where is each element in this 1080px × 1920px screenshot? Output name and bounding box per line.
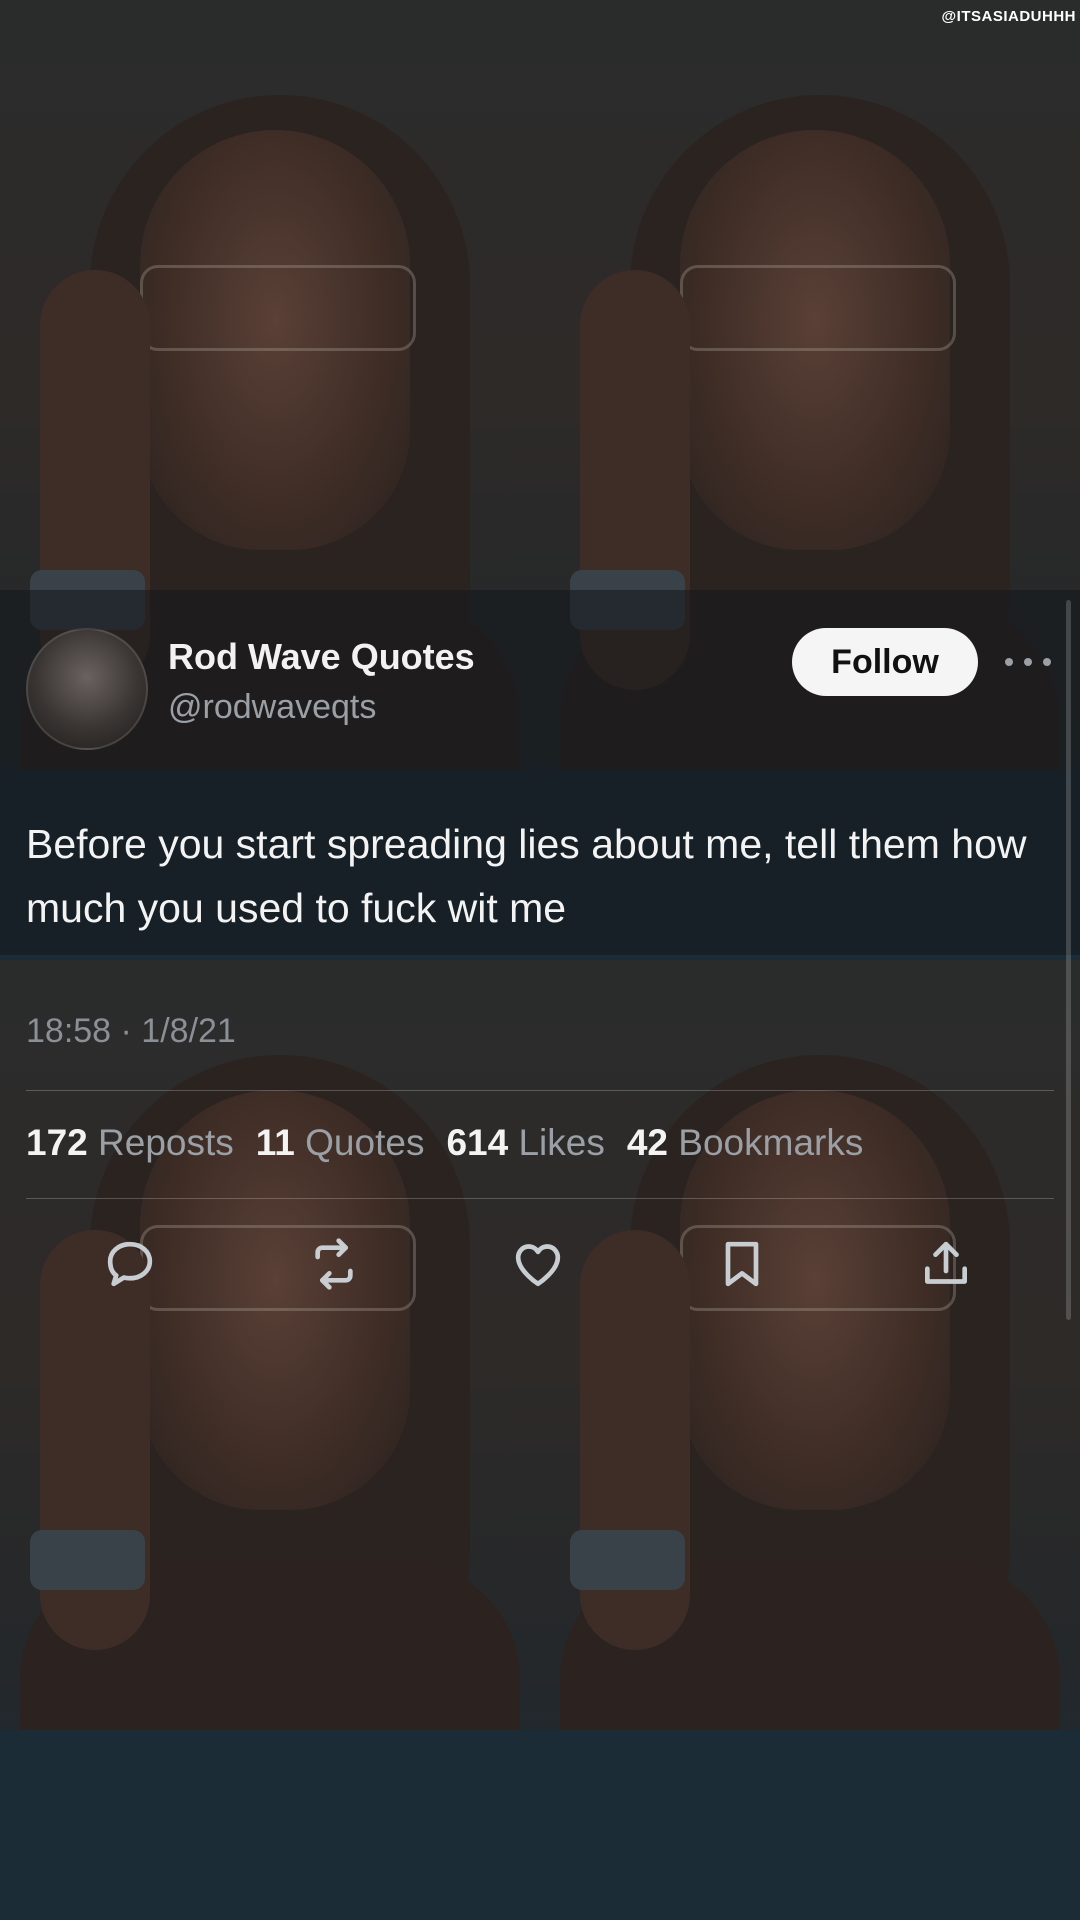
follow-button[interactable]: Follow (792, 628, 978, 696)
bookmark-icon[interactable] (710, 1232, 774, 1296)
stat-quotes[interactable]: 11 Quotes (256, 1122, 425, 1164)
tweet-text: Before you start spreading lies about me… (26, 821, 1027, 931)
watermark: @ITSASIADUHHH (941, 8, 1076, 25)
background-photo (0, 960, 540, 1920)
tweet-timestamp[interactable]: 18:58 · 1/8/21 (26, 1012, 236, 1051)
background-photo-grid (0, 0, 1080, 1920)
background-photo (540, 960, 1080, 1920)
like-icon[interactable] (506, 1232, 570, 1296)
stat-label: Likes (518, 1122, 605, 1163)
divider (26, 1090, 1054, 1091)
stat-count: 11 (255, 1122, 306, 1163)
display-name[interactable]: Rod Wave Quotes (168, 636, 475, 678)
scrollbar[interactable] (1066, 600, 1071, 1320)
stat-count: 42 (626, 1122, 679, 1163)
stat-label: Reposts (98, 1122, 234, 1163)
user-handle[interactable]: @rodwaveqts (168, 688, 376, 727)
ellipsis-icon[interactable] (1005, 648, 1051, 676)
stat-bookmarks[interactable]: 42 Bookmarks (627, 1122, 864, 1164)
avatar[interactable] (26, 628, 148, 750)
share-icon[interactable] (914, 1232, 978, 1296)
stat-count: 614 (446, 1122, 519, 1163)
stat-reposts[interactable]: 172 Reposts (26, 1122, 234, 1164)
divider (26, 1198, 1054, 1199)
repost-icon[interactable] (302, 1232, 366, 1296)
engagement-stats: 172 Reposts 11 Quotes 614 Likes 42 Bookm… (26, 1122, 885, 1164)
reply-icon[interactable] (98, 1232, 162, 1296)
stat-count: 172 (26, 1122, 99, 1163)
stat-label: Quotes (305, 1122, 425, 1163)
stat-label: Bookmarks (678, 1122, 864, 1163)
stat-likes[interactable]: 614 Likes (446, 1122, 604, 1164)
